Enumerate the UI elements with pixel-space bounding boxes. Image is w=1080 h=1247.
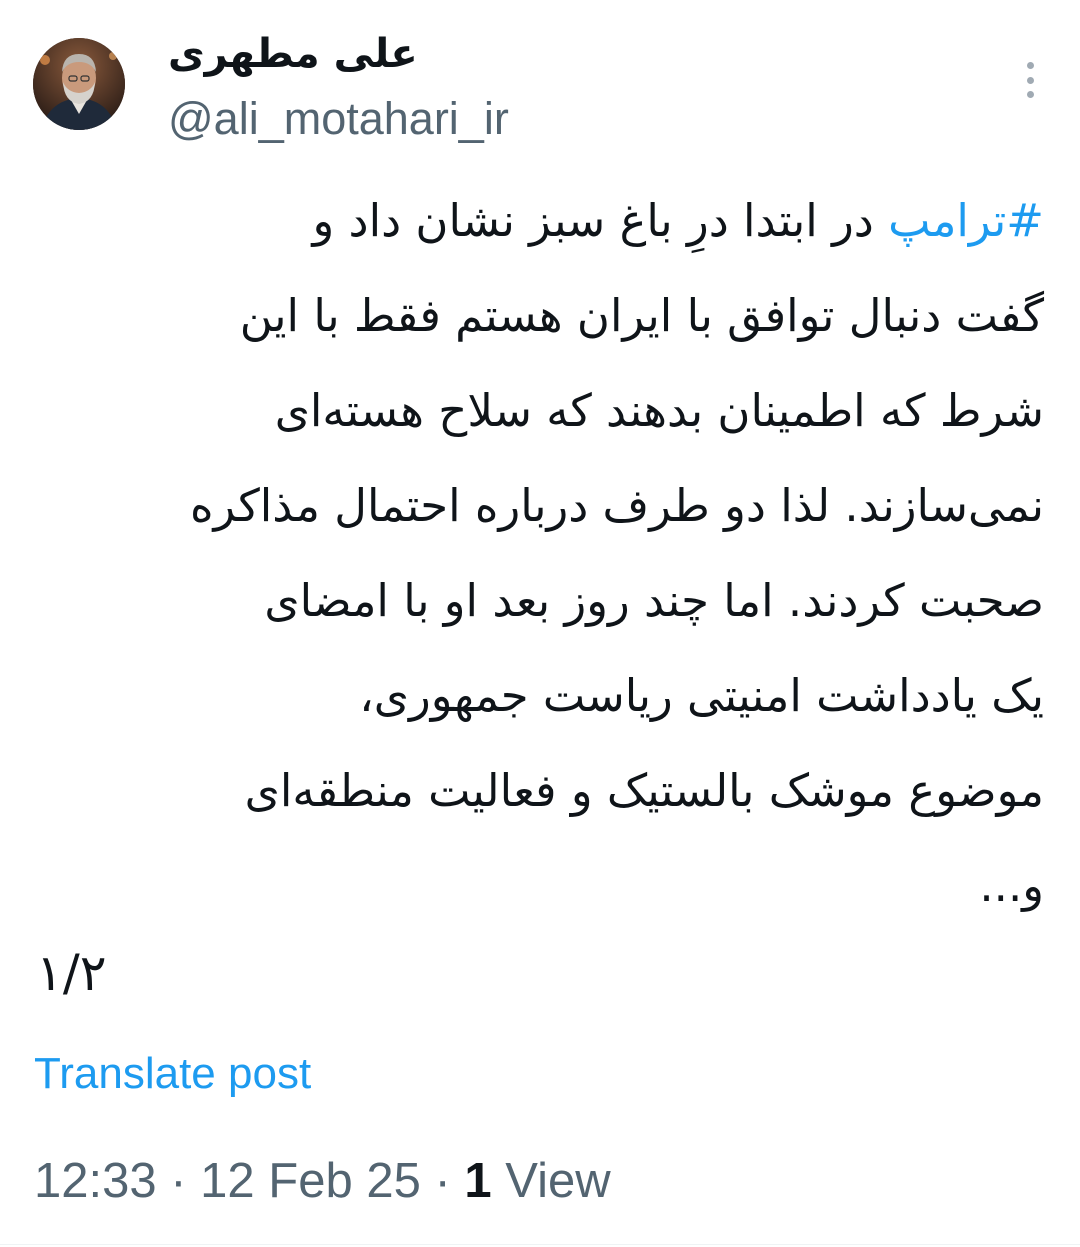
author-handle[interactable]: @ali_motahari_ir bbox=[168, 92, 509, 146]
tweet-time[interactable]: 12:33 bbox=[34, 1154, 157, 1208]
thread-counter: ۱/۲ bbox=[36, 944, 107, 1002]
more-options-icon[interactable] bbox=[1010, 58, 1050, 102]
tweet-line: یک یادداشت امنیتی ریاست جمهوری، bbox=[359, 669, 1044, 722]
tweet-line: شرط که اطمینان بدهند که سلاح هسته‌ای bbox=[274, 384, 1044, 437]
tweet-line: #ترامپ در ابتدا درِ باغ سبز نشان داد و bbox=[34, 173, 1045, 268]
tweet-line: گفت دنبال توافق با ایران هستم فقط با این bbox=[239, 289, 1044, 342]
translate-post-link[interactable]: Translate post bbox=[34, 1046, 311, 1102]
divider bbox=[0, 1244, 1080, 1245]
more-dot bbox=[1026, 76, 1034, 84]
tweet-line: و... bbox=[979, 859, 1044, 912]
profile-photo-icon bbox=[33, 38, 125, 130]
avatar[interactable] bbox=[33, 38, 125, 130]
more-dot bbox=[1026, 91, 1034, 98]
views-count[interactable]: 1 bbox=[464, 1154, 491, 1208]
tweet-meta: 12:33 · 12 Feb 25 · 1 View bbox=[34, 1150, 611, 1212]
tweet-line: موضوع موشک بالستیک و فعالیت منطقه‌ای bbox=[244, 764, 1044, 817]
tweet-text: #ترامپ در ابتدا درِ باغ سبز نشان داد و گ… bbox=[34, 173, 1044, 933]
views-label[interactable]: View bbox=[492, 1154, 610, 1208]
tweet-line: نمی‌سازند. لذا دو طرف درباره احتمال مذاک… bbox=[189, 479, 1044, 532]
tweet-date[interactable]: 12 Feb 25 bbox=[200, 1154, 421, 1208]
hashtag-link[interactable]: #ترامپ bbox=[888, 194, 1044, 247]
meta-separator: · bbox=[420, 1154, 465, 1208]
tweet-header: علی مطهری @ali_motahari_ir bbox=[0, 0, 1080, 160]
more-dot bbox=[1026, 62, 1034, 69]
tweet-line-text: در ابتدا درِ باغ سبز نشان داد و bbox=[312, 194, 889, 247]
tweet-line: صحبت کردند. اما چند روز بعد او با امضای bbox=[264, 574, 1044, 627]
author-display-name[interactable]: علی مطهری bbox=[168, 28, 418, 80]
meta-separator: · bbox=[156, 1154, 201, 1208]
